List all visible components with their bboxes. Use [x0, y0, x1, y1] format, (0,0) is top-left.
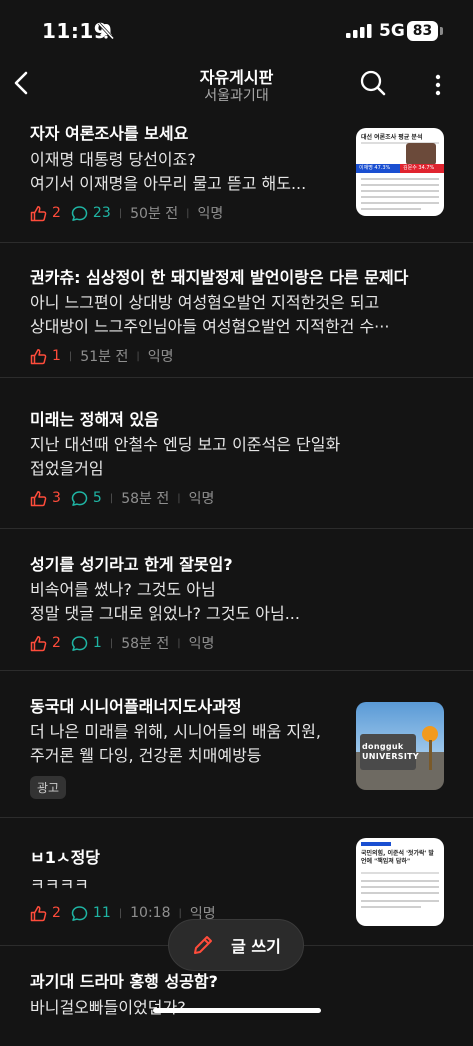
- post-author: 익명: [197, 206, 224, 222]
- meta-separator: |: [177, 492, 181, 504]
- meta-separator: |: [186, 207, 190, 219]
- ad-description: 주거론 웰 다잉, 건강론 치매예방등: [30, 746, 262, 765]
- post-preview: 아니 느그편이 상대방 여성혐오발언 지적한것은 되고: [30, 293, 380, 312]
- post-meta: 2 1 | 58분 전 | 익명: [30, 633, 214, 653]
- post-thumbnail: 국민의힘, 이준석 '젓가락' 발언에 "책임져 답하": [356, 838, 444, 926]
- post-title: 자자 여론조사를 보세요: [30, 124, 189, 143]
- network-type: 5G: [379, 21, 405, 41]
- ad-badge: 광고: [30, 776, 67, 799]
- post-preview: 접었을거임: [30, 459, 104, 478]
- status-bar: 11:19 5G 83: [0, 0, 473, 60]
- post-preview: ㅋㅋㅋㅋ: [30, 875, 89, 894]
- like-icon: [30, 905, 47, 921]
- post-thumbnail: 대선 여론조사 평균 분석 이재명 47.3% 김문수 34.7%: [356, 128, 444, 216]
- post-author: 익명: [188, 636, 215, 652]
- battery-tip: [440, 27, 443, 35]
- ad-title: 동국대 시니어플래너지도사과정: [30, 697, 242, 716]
- meta-separator: |: [118, 907, 123, 919]
- post-item[interactable]: 권카츄: 심상정이 한 돼지발정제 발언이랑은 다른 문제다 아니 느그편이 상…: [0, 243, 473, 378]
- post-preview: 여기서 이재명을 아무리 물고 뜯고 해도...: [30, 174, 307, 193]
- meta-separator: |: [177, 637, 181, 649]
- post-meta: 3 5 | 58분 전 | 익명: [30, 488, 214, 508]
- post-author: 익명: [188, 491, 215, 507]
- comment-count: 5: [92, 490, 102, 506]
- comment-count: 23: [92, 205, 111, 221]
- like-count: 1: [52, 348, 61, 364]
- post-item[interactable]: 미래는 정해져 있음 지난 대선때 안철수 엔딩 보고 이준석은 단일화 접었을…: [0, 378, 473, 529]
- meta-separator: |: [68, 350, 73, 362]
- bell-muted-icon: [97, 22, 115, 40]
- page-subtitle: 서울과기대: [204, 88, 269, 104]
- post-time: 50분 전: [130, 206, 179, 222]
- comment-icon: [71, 490, 88, 506]
- thumbnail-left-stat: 이재명 47.3%: [356, 164, 400, 173]
- post-title: ㅂ1ㅅ정당: [30, 848, 101, 867]
- more-options-icon[interactable]: [430, 72, 446, 98]
- meta-separator: |: [109, 492, 114, 504]
- like-count: 2: [52, 905, 61, 921]
- thumbnail-right-stat: 김문수 34.7%: [400, 164, 444, 173]
- post-time: 51분 전: [80, 349, 129, 365]
- comment-icon: [71, 635, 88, 651]
- ad-thumbnail-sign: dongguk UNIVERSITY: [362, 742, 419, 761]
- post-title: 과기대 드라마 홍행 성공함?: [30, 972, 218, 991]
- post-title: 권카츄: 심상정이 한 돼지발정제 발언이랑은 다른 문제다: [30, 268, 409, 287]
- like-count: 3: [52, 490, 61, 506]
- ad-thumbnail: dongguk UNIVERSITY: [356, 702, 444, 790]
- meta-separator: |: [109, 637, 114, 649]
- meta-separator: |: [118, 207, 123, 219]
- ad-item[interactable]: 동국대 시니어플래너지도사과정 더 나은 미래를 위해, 시니어들의 배움 지원…: [0, 671, 473, 818]
- comment-count: 11: [92, 905, 111, 921]
- search-icon[interactable]: [358, 68, 388, 98]
- post-time: 58분 전: [121, 491, 170, 507]
- post-time: 10:18: [130, 905, 171, 921]
- thumbnail-headline: 국민의힘, 이준석 '젓가락' 발언에 "책임져 답하": [361, 850, 434, 865]
- post-preview: 바니걸오빠들이었던가?: [30, 998, 186, 1017]
- post-preview: 비속어를 썼나? 그것도 아님: [30, 580, 216, 599]
- post-title: 성기를 성기라고 한게 잘못임?: [30, 555, 233, 574]
- pencil-icon: [194, 936, 213, 954]
- post-title: 미래는 정해져 있음: [30, 410, 159, 429]
- like-icon: [30, 348, 47, 364]
- like-icon: [30, 635, 47, 651]
- like-icon: [30, 205, 47, 221]
- like-icon: [30, 490, 47, 506]
- meta-separator: |: [136, 350, 140, 362]
- post-item[interactable]: 자자 여론조사를 보세요 이재명 대통령 당선이죠? 여기서 이재명을 아무리 …: [0, 112, 473, 243]
- post-meta: 2 23 | 50분 전 | 익명: [30, 203, 223, 223]
- post-preview: 이재명 대통령 당선이죠?: [30, 150, 196, 169]
- write-post-label: 글 쓰기: [231, 937, 281, 956]
- post-author: 익명: [147, 349, 174, 365]
- home-indicator[interactable]: [153, 1008, 321, 1013]
- comment-icon: [71, 905, 88, 921]
- post-item[interactable]: 성기를 성기라고 한게 잘못임? 비속어를 썼나? 그것도 아님 정말 댓글 그…: [0, 529, 473, 671]
- post-preview: 상대방이 느그주인님아들 여성혐오발언 지적한건 수···: [30, 317, 390, 336]
- cellular-signal-icon: [346, 24, 372, 38]
- post-preview: 지난 대선때 안철수 엔딩 보고 이준석은 단일화: [30, 435, 341, 454]
- post-time: 58분 전: [121, 636, 170, 652]
- thumbnail-headline: 대선 여론조사 평균 분석: [361, 134, 423, 141]
- post-meta: 1 | 51분 전 | 익명: [30, 346, 173, 366]
- comment-icon: [71, 205, 88, 221]
- like-count: 2: [52, 205, 61, 221]
- post-preview: 정말 댓글 그대로 읽었나? 그것도 아님...: [30, 604, 300, 623]
- battery-icon: 83: [407, 21, 438, 41]
- comment-count: 1: [92, 635, 102, 651]
- nav-bar: 자유게시판 서울과기대: [0, 60, 473, 112]
- like-count: 2: [52, 635, 61, 651]
- ad-description: 더 나은 미래를 위해, 시니어들의 배움 지원,: [30, 722, 321, 741]
- write-post-button[interactable]: 글 쓰기: [168, 919, 304, 971]
- meta-separator: |: [178, 907, 182, 919]
